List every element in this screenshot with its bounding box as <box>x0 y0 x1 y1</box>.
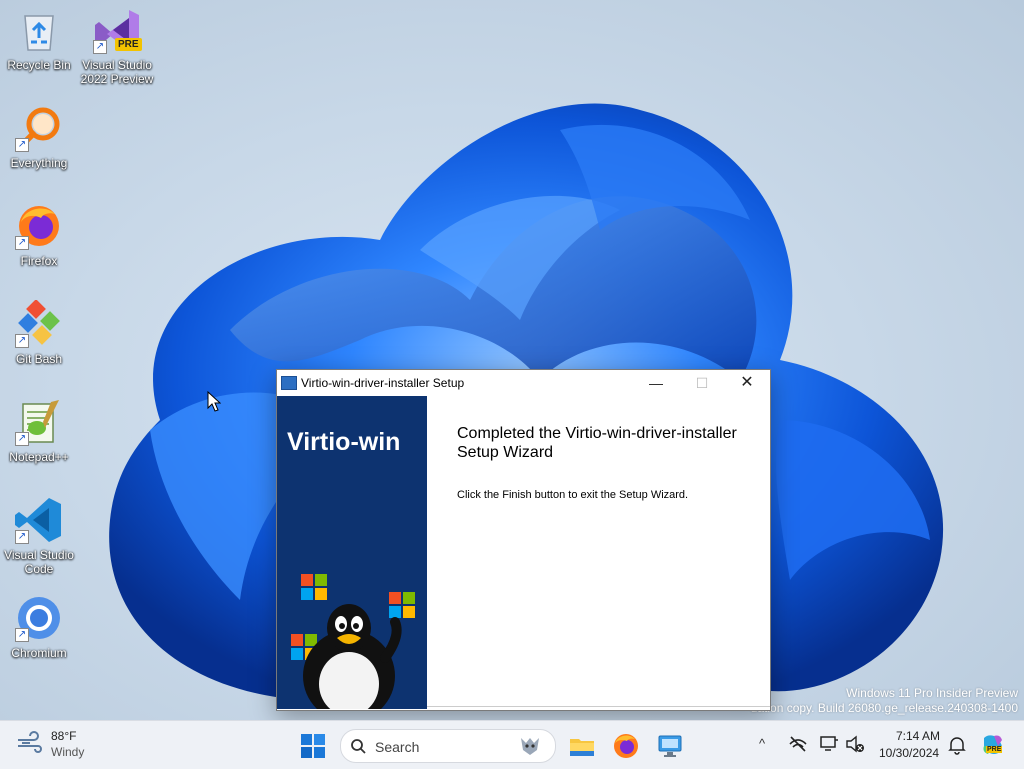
windows-logo-icon <box>301 574 327 600</box>
wizard-heading: Completed the Virtio-win-driver-installe… <box>457 425 737 461</box>
copilot-icon[interactable]: PRE <box>980 732 1006 758</box>
taskbar: 88°F Windy Search ^ 7:14 AM 10/30/2024 P… <box>0 720 1024 769</box>
visual-studio-preview-icon: PRE ↗ <box>93 6 142 54</box>
desktop-icon-notepad-plus-plus[interactable]: ↗ Notepad++ <box>1 398 77 464</box>
search-icon <box>351 739 366 754</box>
virtio-win-brand: Virtio-win <box>287 428 401 456</box>
remote-desktop-icon[interactable] <box>655 731 685 761</box>
vscode-icon: ↗ <box>15 496 63 544</box>
search-highlight-icon <box>521 738 539 755</box>
start-button[interactable] <box>300 733 326 759</box>
desktop-icon-label: Git Bash <box>15 352 63 366</box>
desktop-icon-label: Everything <box>10 156 68 170</box>
setup-wizard-dialog: Virtio-win-driver-installer Setup — ☐ ✕ … <box>276 369 771 711</box>
file-explorer-icon[interactable] <box>567 731 597 761</box>
installer-side-banner: Virtio-win <box>277 396 427 709</box>
desktop-icon-label: Visual Studio Code <box>4 548 74 576</box>
shortcut-arrow-icon: ↗ <box>15 236 29 250</box>
pre-badge: PRE <box>986 746 1003 753</box>
firefox-icon: ↗ <box>15 202 63 250</box>
git-bash-icon: ↗ <box>15 299 63 348</box>
mouse-cursor-icon <box>207 391 221 412</box>
weather-description: Windy <box>51 745 85 759</box>
weather-widget[interactable]: 88°F Windy <box>0 721 110 769</box>
desktop-icon-label: Recycle Bin <box>7 58 71 72</box>
shortcut-arrow-icon: ↗ <box>93 40 107 54</box>
shortcut-arrow-icon: ↗ <box>15 432 29 446</box>
desktop-icon-label: Firefox <box>20 254 58 268</box>
windows-logo-icon <box>389 592 415 618</box>
shortcut-arrow-icon: ↗ <box>15 138 29 152</box>
pre-badge: PRE <box>115 38 142 51</box>
close-button[interactable]: ✕ <box>724 370 770 396</box>
desktop-icon-git-bash[interactable]: ↗ Git Bash <box>1 299 77 366</box>
weather-temperature: 88°F <box>51 729 77 743</box>
notifications-bell-icon[interactable] <box>948 735 966 755</box>
search-placeholder: Search <box>375 739 420 755</box>
desktop-icon-label: Visual Studio 2022 Preview <box>80 58 154 86</box>
desktop-icon-label: Notepad++ <box>9 450 69 464</box>
desktop-icon-chromium[interactable]: ↗ Chromium <box>1 594 77 660</box>
installer-app-icon <box>281 376 297 390</box>
shortcut-arrow-icon: ↗ <box>15 530 29 544</box>
shortcut-arrow-icon: ↗ <box>15 628 29 642</box>
dialog-divider <box>427 706 770 707</box>
minimize-button[interactable]: — <box>633 370 679 396</box>
tux-with-windows-logos-illustration <box>291 574 415 709</box>
taskbar-search-box[interactable]: Search <box>340 729 556 763</box>
shortcut-arrow-icon: ↗ <box>15 334 29 348</box>
clock-time[interactable]: 7:14 AM <box>896 729 940 743</box>
desktop-icon-recycle-bin[interactable]: Recycle Bin <box>1 6 77 72</box>
chromium-icon: ↗ <box>15 594 63 642</box>
desktop-icon-label: Chromium <box>11 646 67 660</box>
volume-muted-icon[interactable] <box>845 734 865 754</box>
everything-magnifier-icon: ↗ <box>15 104 63 152</box>
show-hidden-icons-chevron[interactable]: ^ <box>759 736 765 751</box>
firefox-taskbar-icon[interactable] <box>611 731 641 761</box>
dialog-titlebar[interactable]: Virtio-win-driver-installer Setup — ☐ ✕ <box>277 370 770 396</box>
watermark-line-1: Windows 11 Pro Insider Preview <box>846 686 1018 700</box>
maximize-button[interactable]: ☐ <box>679 370 725 396</box>
dialog-title: Virtio-win-driver-installer Setup <box>301 376 465 390</box>
wind-icon <box>18 731 42 753</box>
watermark-line-2: uation copy. Build 26080.ge_release.2403… <box>750 701 1018 715</box>
windows-watermark: Windows 11 Pro Insider Preview uation co… <box>751 686 1018 716</box>
network-offline-icon[interactable] <box>788 734 808 754</box>
desktop-icon-visual-studio-code[interactable]: ↗ Visual Studio Code <box>1 496 77 576</box>
display-icon[interactable] <box>819 734 839 754</box>
notepad-plus-plus-icon: ↗ <box>15 398 63 446</box>
recycle-bin-icon <box>15 6 63 54</box>
desktop-icon-visual-studio-2022-preview[interactable]: PRE ↗ Visual Studio 2022 Preview <box>79 6 155 86</box>
wizard-message: Click the Finish button to exit the Setu… <box>457 489 689 501</box>
desktop-icon-firefox[interactable]: ↗ Firefox <box>1 202 77 268</box>
clock-date[interactable]: 10/30/2024 <box>879 746 939 760</box>
desktop: Recycle Bin PRE ↗ Visual Studio 2022 Pre… <box>0 0 1024 720</box>
desktop-icon-everything[interactable]: ↗ Everything <box>1 104 77 170</box>
